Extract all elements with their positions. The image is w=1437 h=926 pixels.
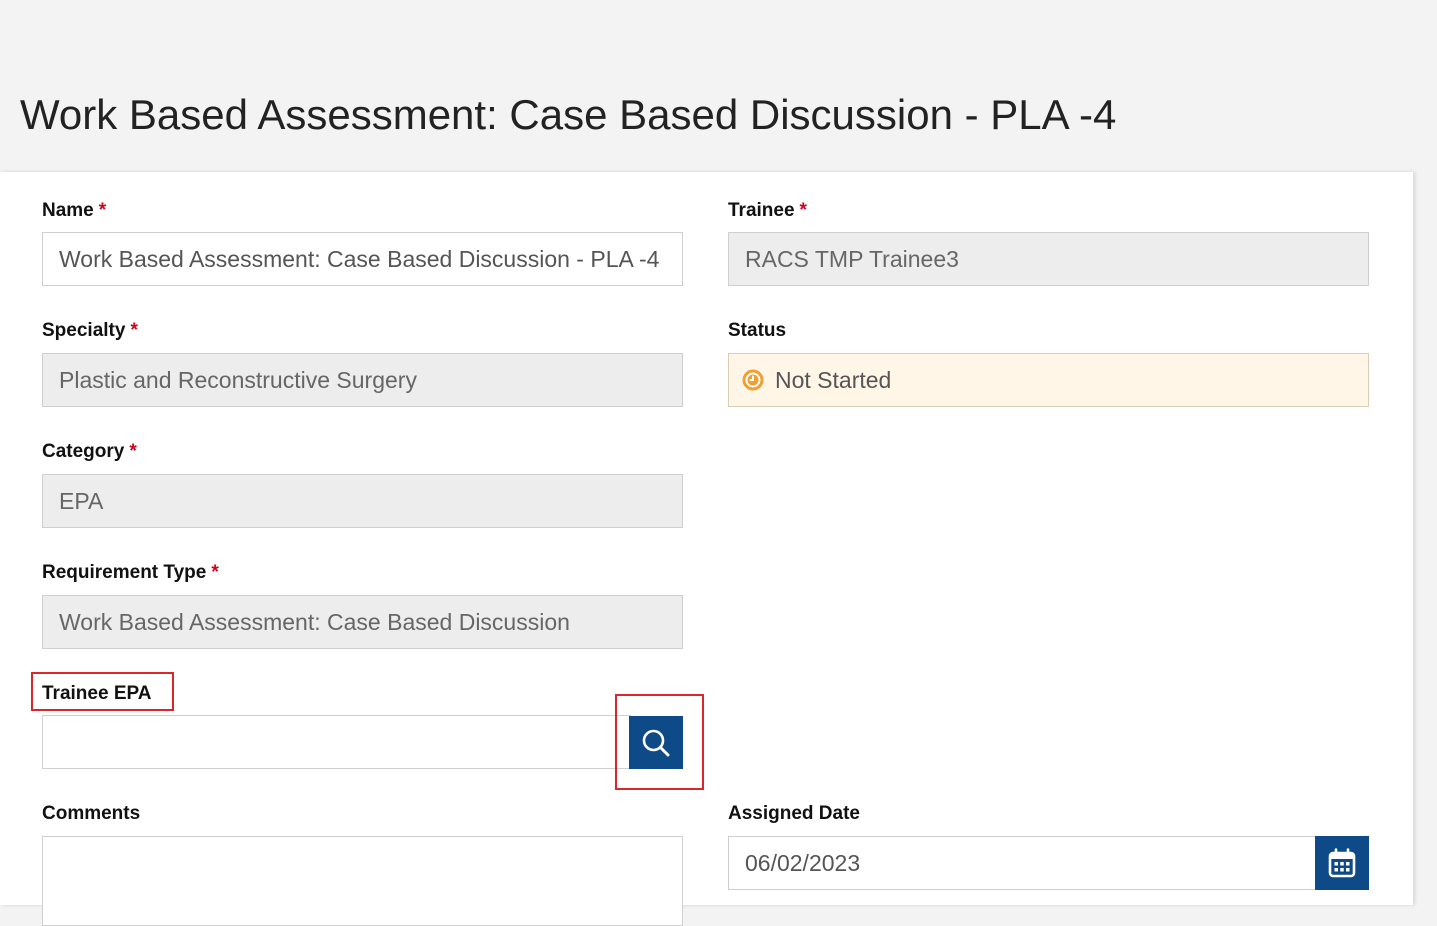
category-label-text: Category [42, 441, 125, 462]
name-label-text: Name [42, 200, 94, 221]
status-field: Not Started [728, 353, 1369, 407]
trainee-epa-label: Trainee EPA [42, 683, 152, 704]
assigned-date-label: Assigned Date [728, 803, 860, 824]
trainee-field: RACS TMP Trainee3 [728, 232, 1369, 286]
required-marker: * [211, 562, 219, 583]
comments-textarea[interactable] [42, 836, 683, 926]
trainee-label: Trainee * [728, 199, 807, 223]
specialty-label-text: Specialty [42, 320, 126, 341]
name-label: Name * [42, 199, 106, 223]
status-label: Status [728, 320, 787, 341]
trainee-epa-search-button[interactable] [629, 716, 683, 769]
comments-label: Comments [42, 803, 141, 824]
specialty-field: Plastic and Reconstructive Surgery [42, 353, 683, 407]
category-field: EPA [42, 474, 683, 528]
required-marker: * [799, 200, 807, 221]
page-title: Work Based Assessment: Case Based Discus… [20, 91, 1117, 138]
required-marker: * [129, 441, 137, 462]
required-marker: * [130, 320, 138, 341]
calendar-icon [1328, 848, 1356, 878]
page-header: Work Based Assessment: Case Based Discus… [0, 0, 1437, 172]
assigned-date-input[interactable]: 06/02/2023 [728, 836, 1316, 890]
assigned-date-calendar-button[interactable] [1315, 836, 1369, 890]
search-icon [642, 729, 670, 756]
trainee-label-text: Trainee [728, 200, 795, 221]
category-label: Category * [42, 440, 137, 464]
trainee-epa-input[interactable] [42, 715, 631, 769]
required-marker: * [98, 200, 107, 221]
status-value: Not Started [775, 367, 892, 393]
requirement-type-label-text: Requirement Type [42, 562, 207, 583]
clock-icon [742, 369, 764, 391]
requirement-type-field: Work Based Assessment: Case Based Discus… [42, 595, 683, 649]
requirement-type-label: Requirement Type * [42, 561, 219, 585]
name-input[interactable]: Work Based Assessment: Case Based Discus… [42, 232, 683, 286]
specialty-label: Specialty * [42, 319, 138, 343]
